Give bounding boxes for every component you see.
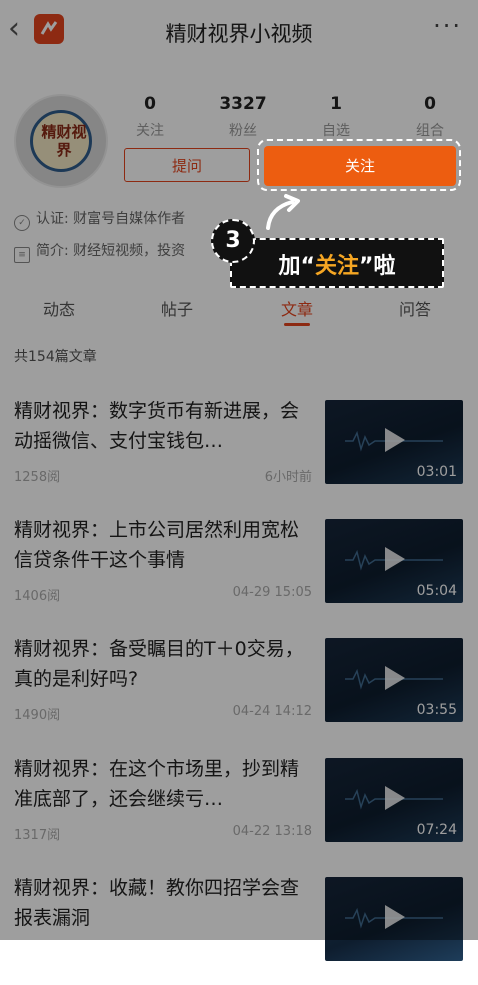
top-bar: ‹ 精财视界小视频 ···: [0, 0, 478, 62]
video-thumbnail[interactable]: 05:04: [325, 519, 463, 603]
article-time: 6小时前: [264, 470, 312, 485]
avatar-logo: 精财视界: [30, 110, 92, 172]
stat-value: 0: [424, 94, 436, 114]
callout-text-start: 加“: [278, 254, 315, 279]
callout-highlight: 关注: [314, 254, 359, 279]
article-time: 04-22 13:18: [232, 824, 312, 839]
stat-label: 粉丝: [229, 123, 257, 139]
video-duration: 05:04: [416, 583, 457, 599]
avatar[interactable]: 精财视界: [14, 94, 108, 188]
article-title: 精财视界：数字货币有新进展，会动摇微信、支付宝钱包…: [14, 400, 300, 452]
tutorial-callout: 加“关注”啦: [230, 238, 444, 288]
article-title: 精财视界：备受瞩目的T＋0交易，真的是利好吗?: [14, 638, 304, 690]
list-item[interactable]: 精财视界：备受瞩目的T＋0交易，真的是利好吗? 1490阅 04-24 14:1…: [0, 634, 478, 746]
intro-row: ≡ 简介: 财经短视频，投资: [14, 240, 185, 263]
video-thumbnail[interactable]: 07:24: [325, 758, 463, 842]
stat-value: 0: [144, 94, 156, 114]
article-title: 精财视界：在这个市场里，抄到精准底部了，还会继续亏…: [14, 758, 300, 810]
video-thumbnail[interactable]: [325, 877, 463, 961]
more-icon[interactable]: ···: [433, 14, 462, 38]
stat-fans[interactable]: 3327 粉丝: [203, 94, 283, 140]
stat-value: 1: [330, 94, 342, 114]
document-icon: ≡: [14, 247, 30, 263]
step-number-badge: 3: [211, 219, 255, 263]
list-item[interactable]: 精财视界：收藏！教你四招学会查报表漏洞: [0, 873, 478, 985]
play-icon: [385, 905, 405, 929]
video-thumbnail[interactable]: 03:55: [325, 638, 463, 722]
tab-underline: [284, 323, 310, 326]
play-icon: [385, 666, 405, 690]
tab-bar: 动态 帖子 文章 问答: [0, 288, 478, 328]
play-icon: [385, 547, 405, 571]
list-item[interactable]: 精财视界：上市公司居然利用宽松信贷条件干这个事情 1406阅 04-29 15:…: [0, 515, 478, 627]
intro-text: 简介: 财经短视频，投资: [36, 243, 186, 259]
tab-posts[interactable]: 帖子: [132, 296, 222, 320]
stat-value: 3327: [219, 94, 267, 114]
stat-portfolio[interactable]: 0 组合: [390, 94, 470, 140]
tab-dynamics[interactable]: 动态: [14, 296, 104, 320]
article-title: 精财视界：收藏！教你四招学会查报表漏洞: [14, 877, 300, 929]
pointer-arrow-icon: [266, 194, 300, 230]
play-icon: [385, 428, 405, 452]
stat-following[interactable]: 0 关注: [110, 94, 190, 140]
article-reads: 1317阅: [14, 828, 61, 843]
video-thumbnail[interactable]: 03:01: [325, 400, 463, 484]
avatar-text: 精财视界: [41, 123, 87, 159]
article-count: 共154篇文章: [14, 349, 97, 365]
tab-qa[interactable]: 问答: [370, 296, 460, 320]
page-title: 精财视界小视频: [165, 22, 313, 46]
article-reads: 1406阅: [14, 589, 61, 604]
stat-watchlist[interactable]: 1 自选: [296, 94, 376, 140]
callout-text: 加“关注”啦: [232, 248, 442, 280]
stat-label: 组合: [416, 123, 444, 139]
check-circle-icon: ✓: [14, 215, 30, 231]
article-time: 04-24 14:12: [232, 704, 312, 719]
callout-text-end: ”啦: [359, 254, 396, 279]
certification-row: ✓ 认证: 财富号自媒体作者: [14, 208, 185, 231]
ask-button[interactable]: 提问: [124, 148, 250, 182]
follow-button-highlight: [257, 139, 461, 191]
video-duration: 03:01: [416, 464, 457, 480]
list-item[interactable]: 精财视界：在这个市场里，抄到精准底部了，还会继续亏… 1317阅 04-22 1…: [0, 754, 478, 866]
stat-label: 自选: [322, 123, 350, 139]
article-title: 精财视界：上市公司居然利用宽松信贷条件干这个事情: [14, 519, 300, 571]
certification-text: 认证: 财富号自媒体作者: [36, 211, 186, 227]
video-duration: 07:24: [416, 822, 457, 838]
list-item[interactable]: 精财视界：数字货币有新进展，会动摇微信、支付宝钱包… 1258阅 6小时前 03…: [0, 396, 478, 508]
article-time: 04-29 15:05: [232, 585, 312, 600]
tab-articles[interactable]: 文章: [252, 296, 342, 320]
video-duration: 03:55: [416, 702, 457, 718]
play-icon: [385, 786, 405, 810]
article-reads: 1258阅: [14, 470, 61, 485]
article-reads: 1490阅: [14, 708, 61, 723]
stat-label: 关注: [136, 123, 164, 139]
